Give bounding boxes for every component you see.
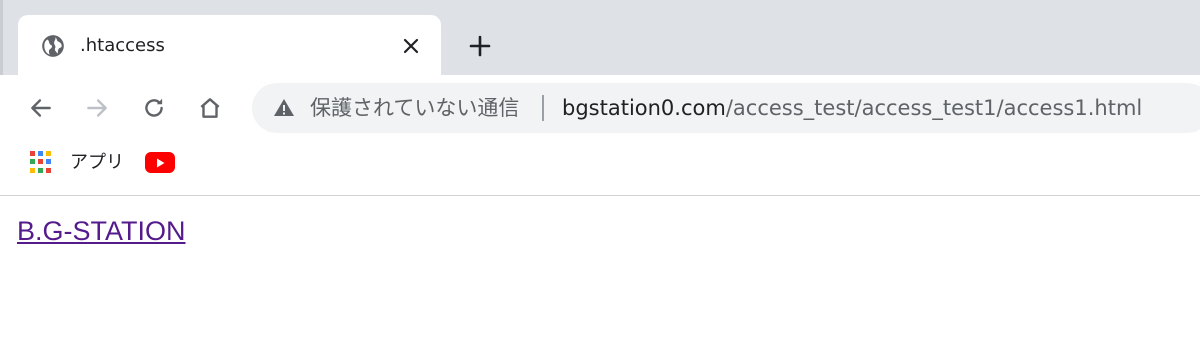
new-tab-button[interactable] — [466, 32, 494, 60]
not-secure-label[interactable]: 保護されていない通信 — [310, 95, 519, 121]
back-arrow-icon — [31, 99, 51, 117]
tab-title: .htaccess — [80, 35, 165, 56]
forward-arrow-icon — [87, 99, 107, 117]
reload-button[interactable] — [137, 91, 171, 125]
page-content: B.G-STATION — [0, 197, 1200, 344]
toolbar: 保護されていない通信 bgstation0.com/access_test/ac… — [0, 75, 1200, 141]
bg-station-link[interactable]: B.G-STATION — [17, 215, 186, 247]
tab-strip: .htaccess — [0, 0, 1200, 75]
address-bar[interactable]: 保護されていない通信 bgstation0.com/access_test/ac… — [252, 83, 1200, 133]
home-button[interactable] — [193, 91, 227, 125]
omnibox-divider — [542, 95, 544, 121]
plus-icon — [469, 35, 491, 57]
home-icon — [200, 98, 220, 118]
apps-bookmark-label[interactable]: アプリ — [70, 151, 124, 175]
window-edge — [0, 0, 3, 75]
browser-window: .htaccess 保護されていない通信 bgstation0.com/acce… — [0, 0, 1200, 344]
close-icon[interactable] — [400, 35, 422, 57]
reload-icon — [145, 98, 163, 117]
warning-triangle-icon[interactable] — [272, 96, 296, 120]
url-text[interactable]: bgstation0.com/access_test/access_test1/… — [562, 95, 1142, 121]
globe-icon — [40, 33, 66, 59]
url-path: /access_test/access_test1/access1.html — [725, 96, 1143, 120]
forward-button[interactable] — [80, 91, 114, 125]
apps-grid-icon[interactable] — [30, 151, 52, 173]
bookmarks-bar: アプリ — [0, 141, 1200, 196]
youtube-icon[interactable] — [145, 152, 175, 173]
tab-htaccess[interactable]: .htaccess — [18, 15, 441, 75]
url-host: bgstation0.com — [562, 96, 726, 120]
back-button[interactable] — [24, 91, 58, 125]
